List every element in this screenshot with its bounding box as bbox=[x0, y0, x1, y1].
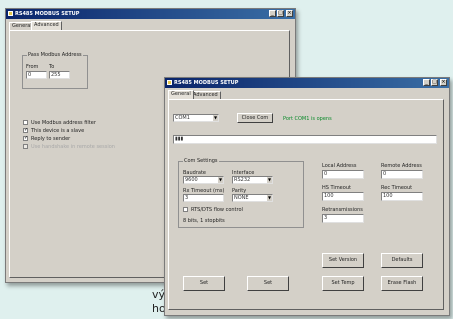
app-icon bbox=[167, 80, 172, 85]
device-slave-checkbox[interactable]: ✓ bbox=[23, 128, 28, 133]
front-tab-panel: COM1 ▼ Close Com Port COM1 is opens ▮▮▮ … bbox=[168, 99, 444, 310]
front-window: RS485 MODBUS SETUP _ □ × General Advance… bbox=[164, 77, 450, 316]
hs-timeout-input[interactable]: 100 bbox=[322, 192, 364, 201]
close-com-button[interactable]: Close Com bbox=[237, 113, 273, 123]
interface-select[interactable]: RS232 ▼ bbox=[232, 176, 273, 184]
front-window-titlebar[interactable]: RS485 MODBUS SETUP _ □ × bbox=[165, 78, 449, 88]
retransmissions-input[interactable]: 3 bbox=[322, 214, 364, 223]
com-settings-group: Com Settings Baudrate Interface 9600 ▼ R… bbox=[178, 158, 304, 228]
port-select[interactable]: COM1 ▼ bbox=[173, 114, 219, 122]
com-settings-title: Com Settings bbox=[183, 158, 219, 164]
to-label: To bbox=[49, 64, 55, 70]
front-window-title: RS485 MODBUS SETUP bbox=[174, 80, 239, 86]
chevron-down-icon[interactable]: ▼ bbox=[217, 177, 223, 183]
remote-address-input[interactable]: 0 bbox=[381, 170, 423, 179]
flow-control-label: RTS/DTS flow control bbox=[191, 207, 243, 213]
chevron-down-icon[interactable]: ▼ bbox=[266, 177, 272, 183]
front-tab-advanced[interactable]: Advanced bbox=[190, 91, 221, 99]
set-button-1[interactable]: Set bbox=[183, 276, 225, 291]
handshake-checkbox bbox=[23, 144, 28, 149]
maximize-icon[interactable]: □ bbox=[277, 10, 284, 17]
rx-timeout-input[interactable]: 3 bbox=[183, 194, 224, 202]
reply-sender-label: Reply to sender bbox=[31, 136, 71, 142]
maximize-icon[interactable]: □ bbox=[431, 79, 438, 86]
retransmissions-label: Retransmissions bbox=[322, 207, 363, 213]
handshake-label: Use handshake in remote session bbox=[31, 144, 115, 150]
back-tab-advanced[interactable]: Advanced bbox=[31, 21, 62, 30]
interface-select-value: RS232 bbox=[234, 177, 251, 183]
baudrate-select-value: 9600 bbox=[185, 177, 198, 183]
rec-timeout-label: Rec Timeout bbox=[381, 185, 413, 191]
reply-sender-checkbox[interactable]: ✓ bbox=[23, 136, 28, 141]
use-address-filter-checkbox[interactable] bbox=[23, 120, 28, 125]
minimize-icon[interactable]: _ bbox=[269, 10, 276, 17]
format-text: 8 bits, 1 stopbits bbox=[183, 218, 225, 224]
set-button-2[interactable]: Set bbox=[247, 276, 289, 291]
flow-control-checkbox[interactable] bbox=[183, 207, 188, 212]
local-address-label: Local Address bbox=[322, 163, 357, 169]
chevron-down-icon[interactable]: ▼ bbox=[212, 115, 218, 121]
device-slave-label: This device is a slave bbox=[31, 128, 85, 134]
defaults-button[interactable]: Defaults bbox=[381, 253, 423, 268]
pass-modbus-address-group: Pass Modbus Address From To 0 255 bbox=[22, 52, 88, 89]
back-window-titlebar[interactable]: RS485 MODBUS SETUP _ □ × bbox=[6, 9, 295, 19]
hs-timeout-label: HS Timeout bbox=[322, 185, 351, 191]
close-icon[interactable]: × bbox=[286, 10, 293, 17]
port-status-text: Port COM1 is opens bbox=[283, 116, 332, 122]
erase-flash-button[interactable]: Erase Flash bbox=[381, 276, 423, 291]
use-address-filter-label: Use Modbus address filter bbox=[31, 120, 96, 126]
rec-timeout-input[interactable]: 100 bbox=[381, 192, 423, 201]
remote-address-label: Remote Address bbox=[381, 163, 422, 169]
from-label: From bbox=[26, 64, 39, 70]
minimize-icon[interactable]: _ bbox=[423, 79, 430, 86]
from-address-input[interactable]: 0 bbox=[26, 71, 47, 79]
close-icon[interactable]: × bbox=[440, 79, 447, 86]
set-temp-button[interactable]: Set Temp bbox=[322, 276, 364, 291]
to-address-input[interactable]: 255 bbox=[49, 71, 70, 79]
front-tab-general[interactable]: General bbox=[168, 90, 194, 99]
parity-select-value: NONE bbox=[234, 195, 249, 201]
parity-select[interactable]: NONE ▼ bbox=[232, 194, 273, 202]
local-address-input[interactable]: 0 bbox=[322, 170, 364, 179]
back-window-title: RS485 MODBUS SETUP bbox=[15, 11, 80, 17]
baudrate-select[interactable]: 9600 ▼ bbox=[183, 176, 224, 184]
pass-modbus-address-title: Pass Modbus Address bbox=[27, 52, 83, 58]
data-line-field[interactable]: ▮▮▮ bbox=[173, 135, 437, 144]
app-icon bbox=[8, 11, 13, 16]
port-select-value: COM1 bbox=[175, 115, 190, 121]
chevron-down-icon[interactable]: ▼ bbox=[266, 195, 272, 201]
set-version-button[interactable]: Set Version bbox=[322, 253, 364, 268]
